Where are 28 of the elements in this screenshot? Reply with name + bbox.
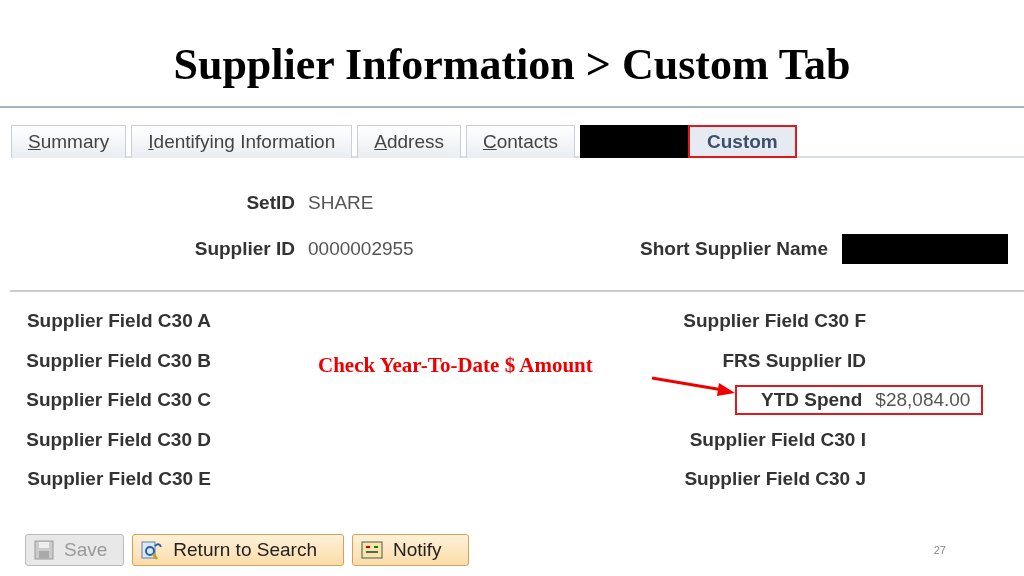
field-label: Supplier Field C30 E [27,467,211,491]
field-label: Supplier Field C30 C [26,388,211,412]
field-label: FRS Supplier ID [722,348,866,373]
tab[interactable]: Custom [688,125,797,158]
field-label: Supplier Field C30 J [684,467,866,491]
return-to-search-button[interactable]: Return to Search [132,534,344,566]
tab[interactable]: Address [357,125,461,158]
field-label: Supplier Field C30 D [26,427,211,452]
field-label: SetID [245,192,295,214]
field-value: SHARE [308,192,374,214]
page-number: 27 [933,544,946,556]
field-label: Supplier Field C30 B [26,348,211,373]
field-label: Supplier ID [193,238,295,260]
field-value: $28,084.00 [875,388,971,413]
field-label: Short Supplier Name [639,238,828,260]
magnifier-icon [141,539,164,561]
tab[interactable]: Summary [11,125,127,158]
tab[interactable]: Identifying Information [131,125,353,158]
field-label: Supplier Field C30 F [683,309,866,333]
field-value: 0000002955 [308,238,415,260]
annotation-text: Check Year-To-Date $ Amount [318,353,593,378]
field-label: YTD Spend [761,388,863,412]
tab[interactable]: Contacts [466,125,575,158]
note-icon [360,540,383,560]
slide-title: Supplier Information > Custom Tab [172,39,852,90]
field-label: Supplier Field C30 A [26,309,211,333]
field-label: Supplier Field C30 I [689,427,866,452]
notify-button[interactable]: Notify [351,534,469,566]
